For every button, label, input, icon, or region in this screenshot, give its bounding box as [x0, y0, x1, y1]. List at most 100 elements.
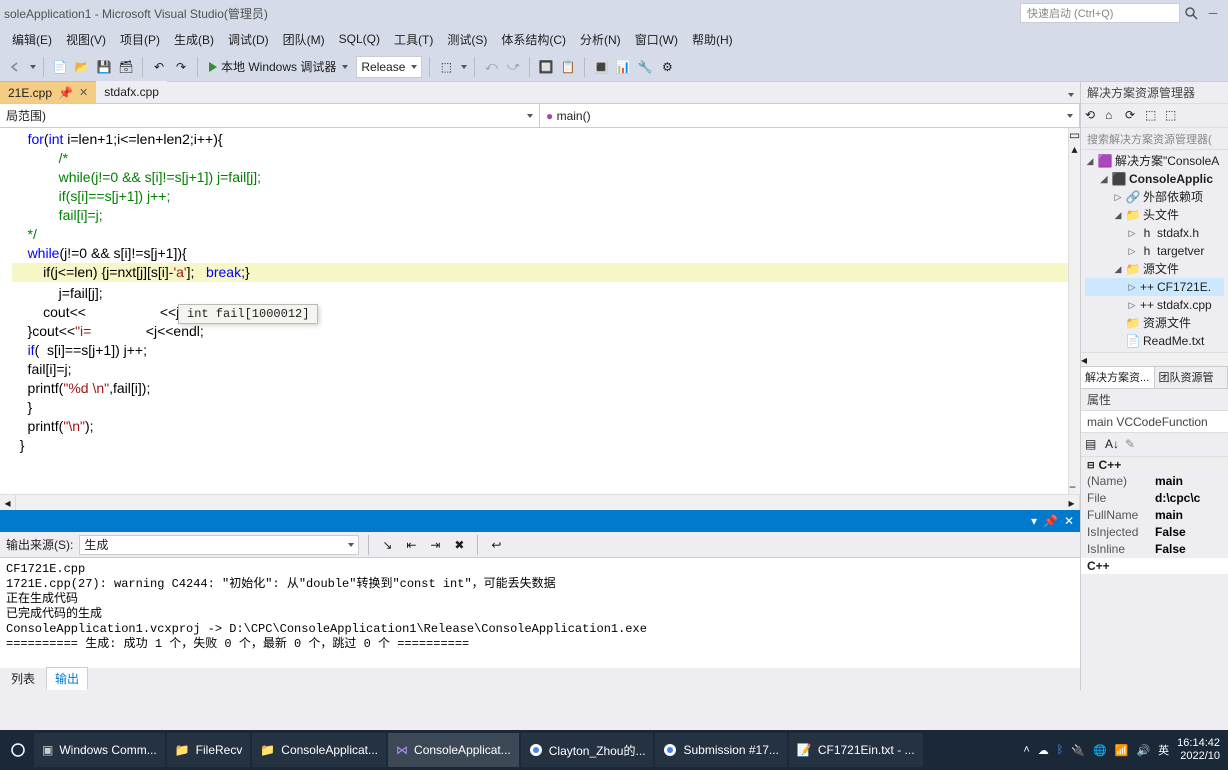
tb-icon-7[interactable]: 📊 [614, 58, 632, 76]
close-icon[interactable]: ✕ [1064, 514, 1074, 528]
cat-icon[interactable]: ▤ [1085, 437, 1101, 453]
menu-view[interactable]: 视图(V) [60, 29, 112, 50]
tab-list[interactable]: 列表 [2, 667, 44, 690]
menu-arch[interactable]: 体系结构(C) [495, 29, 572, 50]
tree-item[interactable]: 📁资源文件 [1085, 314, 1224, 332]
hscroll-tree[interactable]: ◂ [1081, 352, 1228, 366]
tree-item[interactable]: ▷++stdafx.cpp [1085, 296, 1224, 314]
prev-icon[interactable]: ⇤ [402, 536, 420, 554]
code-editor[interactable]: for(int i=len+1;i<=len+len2;i++){ /* whi… [0, 128, 1080, 494]
output-text[interactable]: CF1721E.cpp 1721E.cpp(27): warning C4244… [0, 558, 1080, 668]
tray-clock[interactable]: 16:14:42 2022/10 [1177, 737, 1220, 763]
tray-wifi-icon[interactable]: 📶 [1115, 744, 1129, 757]
menu-analyze[interactable]: 分析(N) [574, 29, 627, 50]
home-icon[interactable]: ⟲ [1085, 108, 1101, 124]
taskbar-item[interactable]: 📝CF1721Ein.txt - ... [789, 733, 923, 767]
az-icon[interactable]: A↓ [1105, 437, 1121, 453]
task-start[interactable] [4, 733, 32, 767]
tb-icon-5[interactable]: 📋 [559, 58, 577, 76]
tree-item[interactable]: ◢📁源文件 [1085, 260, 1224, 278]
tabs-overflow-icon[interactable] [1068, 93, 1074, 97]
property-row[interactable]: Filed:\cpc\c [1081, 490, 1228, 507]
tb-icon-9[interactable]: ⚙ [658, 58, 676, 76]
tab-solution-explorer[interactable]: 解决方案资... [1081, 367, 1155, 388]
open-icon[interactable]: 📂 [73, 58, 91, 76]
save-all-icon[interactable]: 🗃 [117, 58, 135, 76]
menu-test[interactable]: 测试(S) [441, 29, 493, 50]
minimize-button[interactable]: ─ [1202, 4, 1224, 22]
next-icon[interactable]: ⇥ [426, 536, 444, 554]
taskbar-item[interactable]: 📁FileRecv [167, 733, 251, 767]
tree-item[interactable]: ▷htargetver [1085, 242, 1224, 260]
property-row[interactable]: (Name)main [1081, 473, 1228, 490]
taskbar-item[interactable]: 📁ConsoleApplicat... [252, 733, 386, 767]
menu-tools[interactable]: 工具(T) [388, 29, 439, 50]
property-row[interactable]: IsInlineFalse [1081, 541, 1228, 558]
scope-combo[interactable]: 局范围) [0, 104, 540, 127]
search-icon[interactable] [1184, 6, 1198, 20]
vscrollbar[interactable]: ▭ ▴ − [1068, 128, 1080, 494]
close-icon[interactable]: ✕ [79, 86, 88, 99]
tray-power-icon[interactable]: 🔌 [1071, 744, 1085, 757]
tray-ime-icon[interactable]: 英 [1158, 742, 1169, 758]
pin-icon[interactable]: 📌 [1043, 514, 1058, 528]
tree-item[interactable]: ▷hstdafx.h [1085, 224, 1224, 242]
home2-icon[interactable]: ⌂ [1105, 108, 1121, 124]
tray-up-icon[interactable]: ˄ [1023, 744, 1029, 756]
nav-back-icon[interactable] [6, 58, 24, 76]
tb-icon-6[interactable]: 🔳 [592, 58, 610, 76]
tree-item[interactable]: 📄ReadMe.txt [1085, 332, 1224, 350]
icon5[interactable]: ⬚ [1165, 108, 1181, 124]
solution-tree[interactable]: ◢🟪解决方案"ConsoleA◢⬛ConsoleApplic▷🔗外部依赖项◢📁头… [1081, 150, 1228, 352]
goto-icon[interactable]: ↘ [378, 536, 396, 554]
new-file-icon[interactable]: 📄 [51, 58, 69, 76]
tree-item[interactable]: ▷🔗外部依赖项 [1085, 188, 1224, 206]
taskbar-item[interactable]: Clayton_Zhou的... [521, 733, 654, 767]
hscrollbar[interactable]: ◂ ▸ [0, 494, 1080, 510]
wrap-icon[interactable]: ↩ [487, 536, 505, 554]
tray-cloud-icon[interactable]: ☁ [1038, 744, 1049, 757]
menu-build[interactable]: 生成(B) [168, 29, 220, 50]
taskbar-item[interactable]: ▣Windows Comm... [34, 733, 165, 767]
tray-net-icon[interactable]: 🌐 [1093, 744, 1107, 757]
properties-subject[interactable]: main VCCodeFunction [1081, 411, 1228, 433]
save-icon[interactable]: 💾 [95, 58, 113, 76]
menu-debug[interactable]: 调试(D) [222, 29, 275, 50]
clear-icon[interactable]: ✖ [450, 536, 468, 554]
menu-team[interactable]: 团队(M) [277, 29, 331, 50]
tab-team-explorer[interactable]: 团队资源管 [1155, 367, 1228, 388]
tree-item[interactable]: ◢🟪解决方案"ConsoleA [1085, 152, 1224, 170]
property-row[interactable]: FullNamemain [1081, 507, 1228, 524]
sync-icon[interactable]: ⟳ [1125, 108, 1141, 124]
tb-icon-4[interactable]: 🔲 [537, 58, 555, 76]
tb-icon-1[interactable]: ⬚ [437, 58, 455, 76]
menu-project[interactable]: 项目(P) [114, 29, 166, 50]
tree-item[interactable]: ◢⬛ConsoleApplic [1085, 170, 1224, 188]
props-icon[interactable]: ✎ [1125, 437, 1141, 453]
taskbar-item[interactable]: ⋈ConsoleApplicat... [388, 733, 519, 767]
pin-icon[interactable]: 📌 [58, 86, 73, 100]
tray-vol-icon[interactable]: 🔊 [1136, 744, 1150, 757]
output-source-combo[interactable]: 生成 [79, 535, 359, 555]
tb-icon-3[interactable]: ⤻ [504, 58, 522, 76]
tree-item[interactable]: ◢📁头文件 [1085, 206, 1224, 224]
tab-stdafx[interactable]: stdafx.cpp [96, 81, 167, 103]
quick-launch-input[interactable]: 快速启动 (Ctrl+Q) [1020, 3, 1180, 23]
tray-bluetooth-icon[interactable]: ᛒ [1057, 744, 1064, 756]
menu-sql[interactable]: SQL(Q) [333, 30, 386, 48]
property-row[interactable]: IsInjectedFalse [1081, 524, 1228, 541]
dropdown-icon[interactable] [30, 65, 36, 69]
debug-start-button[interactable]: 本地 Windows 调试器 [205, 58, 352, 75]
config-combo[interactable]: Release [356, 56, 422, 78]
dropdown-icon[interactable]: ▾ [1031, 514, 1037, 528]
icon4[interactable]: ⬚ [1145, 108, 1161, 124]
menu-edit[interactable]: 编辑(E) [6, 29, 58, 50]
menu-window[interactable]: 窗口(W) [629, 29, 684, 50]
tb-icon-8[interactable]: 🔧 [636, 58, 654, 76]
tab-cf1721e[interactable]: 21E.cpp 📌 ✕ [0, 81, 96, 103]
tab-output[interactable]: 输出 [46, 667, 88, 690]
tb-icon-2[interactable]: ⤺ [482, 58, 500, 76]
props-category[interactable]: ⊟C++ [1081, 457, 1228, 473]
redo-icon[interactable]: ↷ [172, 58, 190, 76]
undo-icon[interactable]: ↶ [150, 58, 168, 76]
